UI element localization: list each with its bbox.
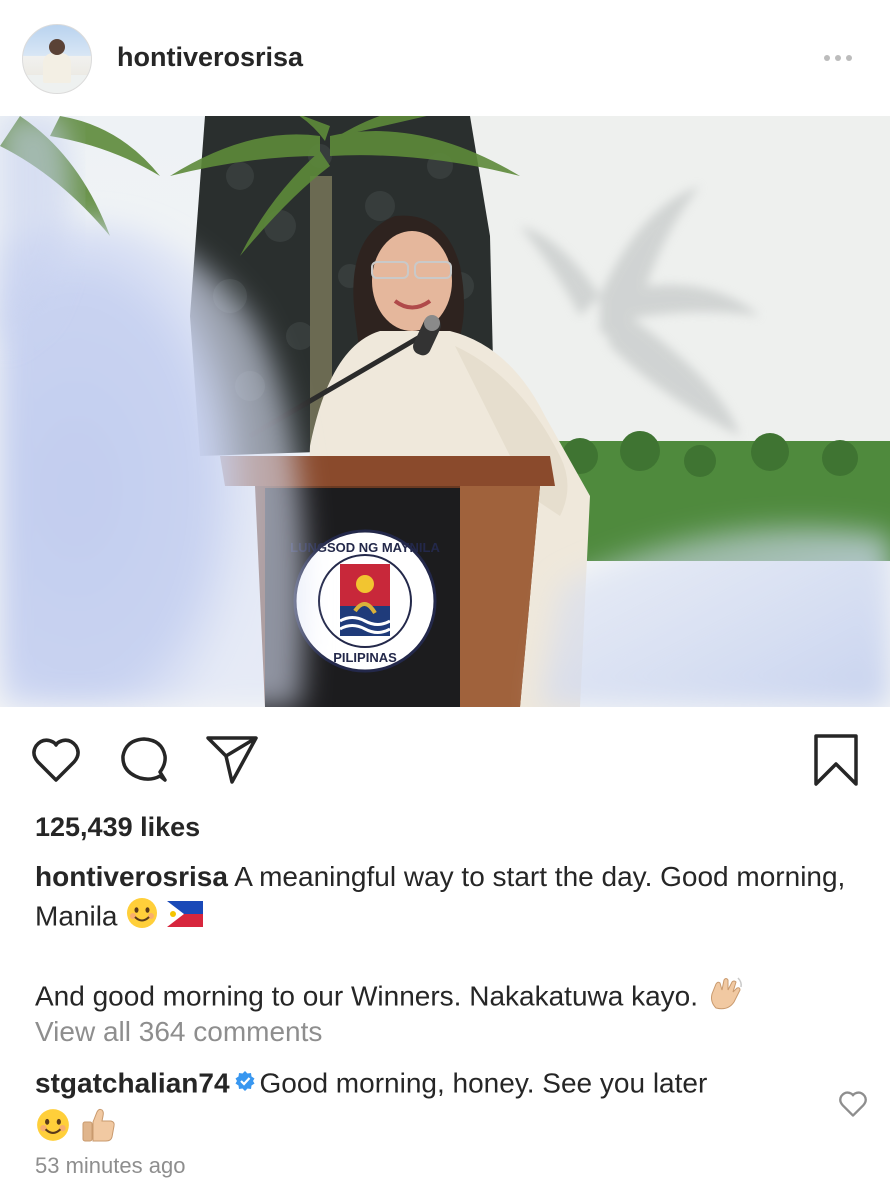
comment-icon[interactable]: [118, 734, 170, 791]
comment-text: Good morning, honey. See you later: [259, 1067, 708, 1099]
heart-icon[interactable]: [30, 736, 82, 789]
wave-emoji: [706, 974, 744, 1022]
comment-author[interactable]: stgatchalian74: [35, 1067, 230, 1098]
more-icon[interactable]: [824, 48, 864, 68]
action-bar: [0, 708, 890, 808]
verified-icon: [234, 1064, 256, 1102]
comment-heart-icon[interactable]: [838, 1090, 868, 1123]
caption-author[interactable]: hontiverosrisa: [35, 861, 228, 892]
share-icon[interactable]: [204, 734, 260, 791]
comment-item: stgatchalian74 Good morning, honey. See y…: [35, 1064, 825, 1154]
post-photo[interactable]: LUNGSOD NG MAYNILA PILIPINAS: [0, 116, 890, 707]
caption: hontiverosrisa A meaningful way to start…: [35, 858, 855, 1022]
smile-emoji: [35, 1107, 71, 1153]
seal-top-text: LUNGSOD NG MAYNILA: [290, 540, 440, 555]
bookmark-icon[interactable]: [812, 732, 860, 793]
ph-flag-emoji: [167, 899, 204, 937]
likes-count[interactable]: 125,439 likes: [35, 812, 200, 843]
seal-bottom-text: PILIPINAS: [333, 650, 397, 665]
caption-text-2: And good morning to our Winners. Nakakat…: [35, 980, 699, 1012]
avatar[interactable]: [22, 24, 92, 94]
post-timestamp: 53 minutes ago: [35, 1153, 186, 1178]
view-all-comments-link[interactable]: View all 364 comments: [35, 1016, 322, 1048]
post-username[interactable]: hontiverosrisa: [117, 42, 303, 73]
post-header: hontiverosrisa: [0, 0, 890, 116]
thumbs-up-emoji: [79, 1106, 117, 1154]
smile-emoji: [125, 896, 159, 940]
